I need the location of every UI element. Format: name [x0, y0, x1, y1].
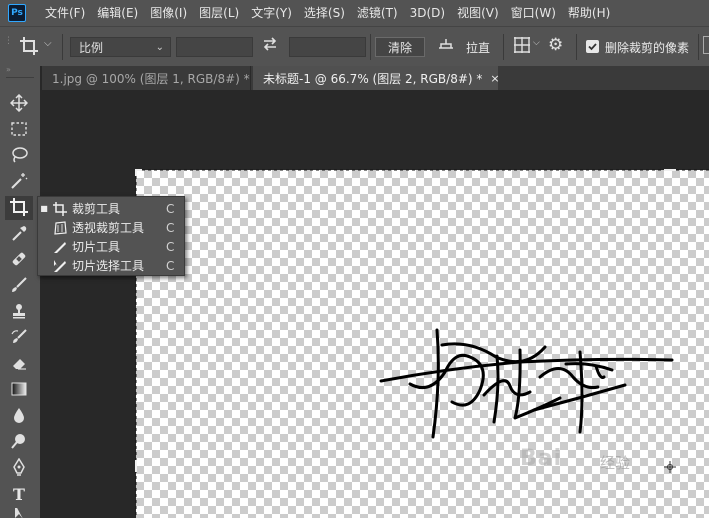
shortcut-key: C [166, 220, 175, 235]
shortcut-key: C [166, 239, 175, 254]
watermark-sub: 经验 [600, 454, 631, 472]
crop-center-crosshair-icon [664, 461, 676, 473]
slice-select-icon [50, 259, 70, 273]
crop-tool-flyout-menu: ■ 裁剪工具 C 透视裁剪工具 C 切片工具 C 切片选择工具 C [37, 196, 185, 276]
flyout-item-label: 切片工具 [72, 240, 121, 254]
crop-icon [50, 201, 70, 216]
selected-bullet-icon: ■ [40, 204, 48, 213]
flyout-item-slice[interactable]: 切片工具 C [38, 237, 184, 256]
crop-handle-top-left[interactable] [135, 169, 142, 176]
perspective-crop-icon [50, 220, 70, 235]
signature-strokes [379, 328, 674, 439]
flyout-item-label: 透视裁剪工具 [72, 221, 145, 235]
flyout-item-label: 切片选择工具 [72, 259, 145, 273]
shortcut-key: C [166, 201, 175, 216]
flyout-item-slice-select[interactable]: 切片选择工具 C [38, 256, 184, 275]
flyout-item-crop[interactable]: ■ 裁剪工具 C [38, 199, 184, 218]
watermark-logo: Bai [520, 446, 563, 471]
slice-icon [50, 240, 70, 254]
flyout-item-label: 裁剪工具 [72, 202, 121, 216]
shortcut-key: C [166, 258, 175, 273]
flyout-item-perspective-crop[interactable]: 透视裁剪工具 C [38, 218, 184, 237]
